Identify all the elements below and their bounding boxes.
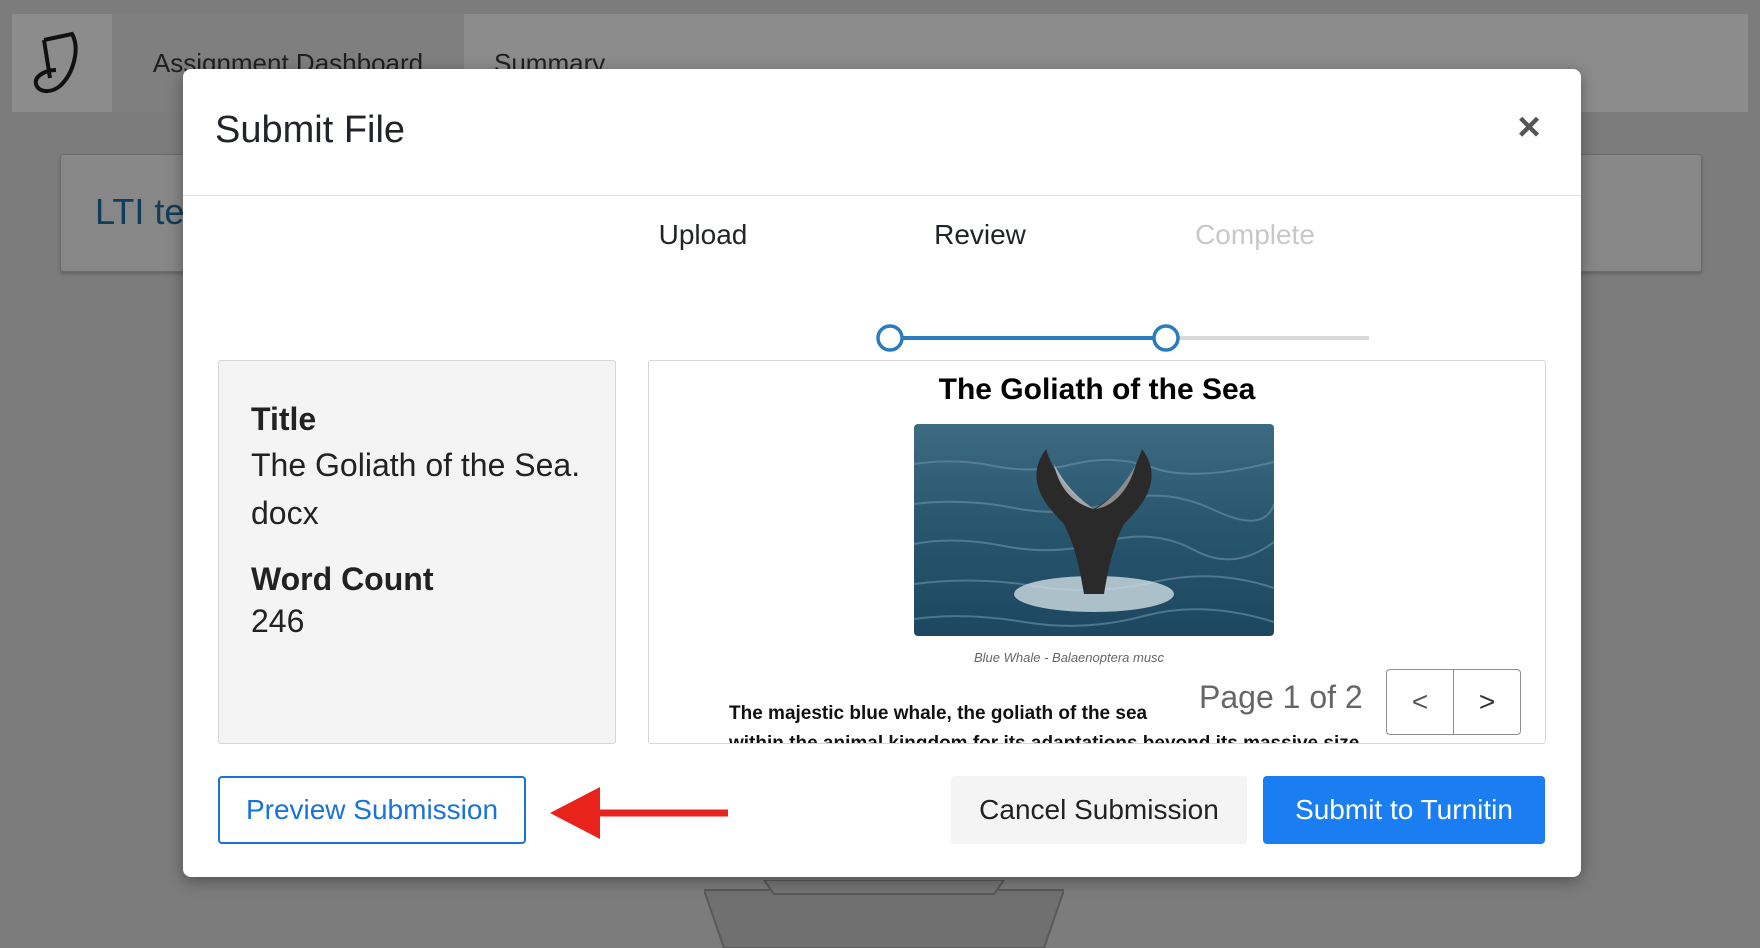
word-count-value: 246 <box>251 603 305 639</box>
submit-to-turnitin-button[interactable]: Submit to Turnitin <box>1263 776 1545 844</box>
word-count-label: Word Count <box>251 561 434 597</box>
preview-submission-button[interactable]: Preview Submission <box>218 776 526 844</box>
modal-header: Submit File × <box>183 69 1581 196</box>
progress-stepper <box>876 324 1369 352</box>
document-title: The Goliath of the Sea <box>938 373 1256 406</box>
step-review-circle-icon <box>1152 324 1180 352</box>
submission-details-panel: Title The Goliath of the Sea. docx Word … <box>218 360 616 744</box>
turnitin-logo-icon <box>33 31 78 93</box>
title-value: The Goliath of the Sea. docx <box>251 447 581 531</box>
annotation-arrow-icon <box>550 787 728 839</box>
page-indicator: Page 1 of 2 <box>1199 679 1363 715</box>
image-caption: Blue Whale - Balaenoptera musc <box>974 650 1165 665</box>
cancel-submission-button[interactable]: Cancel Submission <box>951 776 1247 844</box>
step-upload-circle-icon <box>876 324 904 352</box>
previous-page-button[interactable]: < <box>1386 669 1454 735</box>
assignment-card-title: LTI te <box>95 191 185 232</box>
close-icon[interactable]: × <box>1507 105 1551 149</box>
document-preview-panel[interactable]: The Goliath of the Sea Blue Whale - Bala… <box>648 360 1546 744</box>
step-review-label: Review <box>934 219 1026 250</box>
submit-file-modal: Submit File × Upload Review Complete Tit… <box>183 69 1581 877</box>
title-label: Title <box>251 401 317 437</box>
whale-tail-photo-icon <box>914 424 1274 636</box>
monitor-illustration-icon <box>704 880 1064 948</box>
step-complete-label: Complete <box>1195 219 1315 250</box>
page-navigator: Page 1 of 2 < > <box>1199 661 1535 735</box>
modal-title: Submit File <box>215 109 406 151</box>
step-upload-label: Upload <box>658 219 748 250</box>
next-page-button[interactable]: > <box>1453 669 1521 735</box>
